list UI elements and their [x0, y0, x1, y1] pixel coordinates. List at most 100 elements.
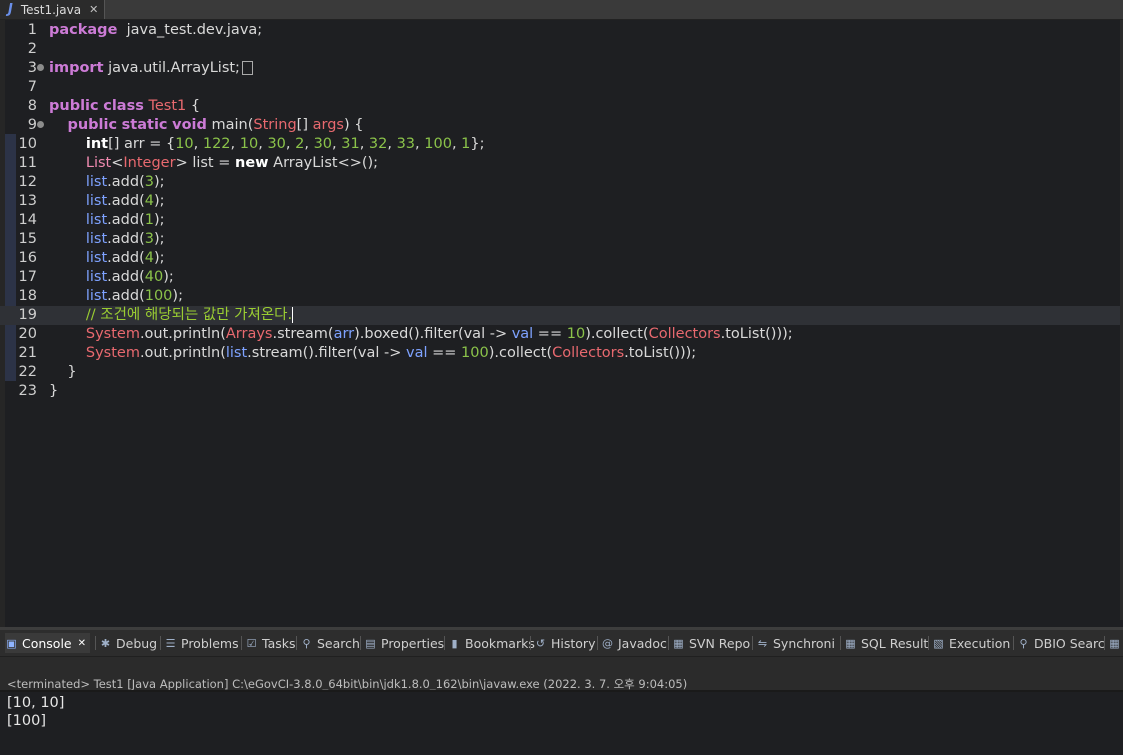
tasks-icon: ☑ [246, 636, 257, 650]
code-line[interactable]: 17 list.add(40); [0, 268, 1123, 287]
console-output-line: [100] [7, 713, 46, 729]
view-tab-execution[interactable]: ▧ Execution [932, 633, 1010, 653]
bookmark-icon: ▮ [451, 636, 458, 650]
tab-separator [241, 636, 242, 650]
table-icon: ▦ [845, 636, 856, 650]
view-tab-bar: ▣ Console ✕ ✱ Debug ☰ Problems ☑ Tasks ⚲ Search ▤ P… [0, 630, 1123, 657]
code-text: import java.util.ArrayList; [49, 59, 253, 78]
view-tab-synchroni[interactable]: ⇋ Synchroni [756, 633, 835, 653]
view-tab-label: SVN Repo [689, 635, 751, 651]
line-number: 19 [18, 307, 37, 323]
code-text: int[] arr = {10, 122, 10, 30, 2, 30, 31,… [85, 136, 485, 152]
code-line[interactable]: 16 list.add(4); [0, 249, 1123, 268]
view-tab-tasks[interactable]: ☑ Tasks [245, 633, 296, 653]
code-text: package java_test.dev.java; [49, 22, 263, 38]
editor-tab-label: Test1.java [20, 2, 82, 17]
execution-icon: ▧ [933, 636, 944, 650]
tab-separator [296, 636, 297, 650]
code-line[interactable]: 15 list.add(3); [0, 230, 1123, 249]
view-tab-properties[interactable]: ▤ Properties [364, 633, 444, 653]
line-number: 2 [27, 41, 37, 57]
tab-separator [444, 636, 445, 650]
console-output[interactable]: [10, 10] [100] [0, 692, 1123, 755]
line-number: 14 [18, 212, 37, 228]
code-text: } [49, 383, 59, 399]
line-number: 1 [27, 22, 37, 38]
close-icon[interactable]: ✕ [89, 3, 98, 16]
tab-separator [668, 636, 669, 650]
code-line[interactable]: 20 System.out.println(Arrays.stream(arr)… [0, 325, 1123, 344]
console-output-line: [10, 10] [7, 695, 65, 711]
view-tab-debug[interactable]: ✱ Debug [99, 633, 157, 653]
fold-toggle-icon[interactable] [37, 121, 44, 128]
line-number: 17 [18, 269, 37, 285]
code-line[interactable]: 2 [0, 40, 1123, 59]
view-tab-more[interactable]: ▦ [1108, 633, 1123, 653]
properties-icon: ▤ [365, 636, 376, 650]
code-line[interactable]: 13 list.add(4); [0, 192, 1123, 211]
line-number: 22 [18, 364, 37, 380]
close-icon[interactable]: ✕ [78, 638, 86, 649]
view-tab-history[interactable]: ↺ History [534, 633, 596, 653]
line-number: 18 [18, 288, 37, 304]
collapsed-block-icon[interactable] [241, 61, 253, 75]
monitor-icon: ▣ [6, 636, 17, 650]
code-text: List<Integer> list = new ArrayList<>(); [85, 155, 379, 171]
view-tab-label: Tasks [262, 635, 296, 651]
view-tab-label: Console [22, 635, 72, 651]
code-line[interactable]: 8 public class Test1 { [0, 97, 1123, 116]
view-tab-label: Debug [116, 635, 158, 651]
tab-separator [1104, 636, 1105, 650]
code-line[interactable]: 1 package java_test.dev.java; [0, 21, 1123, 40]
more-icon: ▦ [1109, 636, 1120, 650]
view-tab-bookmarks[interactable]: ▮ Bookmarks [448, 633, 535, 653]
code-line[interactable]: 9 public static void main(String[] args)… [0, 116, 1123, 135]
code-line[interactable]: 19 // 조건에 해당되는 값만 가져온다. [0, 306, 1123, 325]
code-line[interactable]: 22 } [0, 363, 1123, 382]
code-line[interactable]: 3 import java.util.ArrayList; [0, 59, 1123, 78]
view-tab-svn-repo[interactable]: ▦ SVN Repo [672, 633, 750, 653]
view-tab-label: Search [317, 635, 360, 651]
code-line[interactable]: 7 [0, 78, 1123, 97]
line-number: 3 [27, 60, 37, 76]
code-text: public class Test1 { [49, 98, 201, 114]
view-tab-search[interactable]: ⚲ Search [300, 633, 360, 653]
editor-tab-test1[interactable]: J Test1.java ✕ [0, 0, 105, 19]
view-tab-javadoc[interactable]: @ Javadoc [601, 633, 667, 653]
code-text: System.out.println(list.stream().filter(… [85, 345, 697, 361]
code-line[interactable]: 14 list.add(1); [0, 211, 1123, 230]
view-tab-label: SQL Result [861, 635, 929, 651]
search-icon: ⚲ [302, 636, 311, 650]
problems-icon: ☰ [165, 636, 176, 650]
code-line[interactable]: 12 list.add(3); [0, 173, 1123, 192]
code-text: list.add(40); [85, 269, 174, 285]
line-number: 16 [18, 250, 37, 266]
view-tab-dbio-searc[interactable]: ⚲ DBIO Searc [1017, 633, 1104, 653]
view-tab-problems[interactable]: ☰ Problems [164, 633, 239, 653]
code-line[interactable]: 10 int[] arr = {10, 122, 10, 30, 2, 30, … [0, 135, 1123, 154]
code-line[interactable]: 11 List<Integer> list = new ArrayList<>(… [0, 154, 1123, 173]
java-file-icon: J [8, 2, 13, 17]
code-line[interactable]: 21 System.out.println(list.stream().filt… [0, 344, 1123, 363]
view-tab-label: Bookmarks [465, 635, 535, 651]
code-text: list.add(4); [85, 250, 165, 266]
view-tab-console[interactable]: ▣ Console ✕ [5, 633, 91, 653]
line-number: 8 [27, 98, 37, 114]
code-text: public static void main(String[] args) { [67, 117, 364, 133]
tab-separator [160, 636, 161, 650]
code-line[interactable]: 23} [0, 382, 1123, 401]
javadoc-icon: @ [602, 636, 613, 650]
history-icon: ↺ [535, 636, 546, 650]
view-tab-label: History [551, 635, 596, 651]
tab-separator [752, 636, 753, 650]
code-editor[interactable]: 1 package java_test.dev.java; 2 3 import jav… [0, 20, 1123, 627]
tab-separator [360, 636, 361, 650]
tab-separator [840, 636, 841, 650]
code-line[interactable]: 18 list.add(100); [0, 287, 1123, 306]
code-text: // 조건에 해당되는 값만 가져온다. [85, 307, 294, 323]
fold-toggle-icon[interactable] [37, 64, 44, 71]
view-tab-sql-result[interactable]: ▦ SQL Result [844, 633, 928, 653]
tab-separator [928, 636, 929, 650]
code-text: list.add(4); [85, 193, 165, 209]
code-text: } [49, 364, 77, 380]
